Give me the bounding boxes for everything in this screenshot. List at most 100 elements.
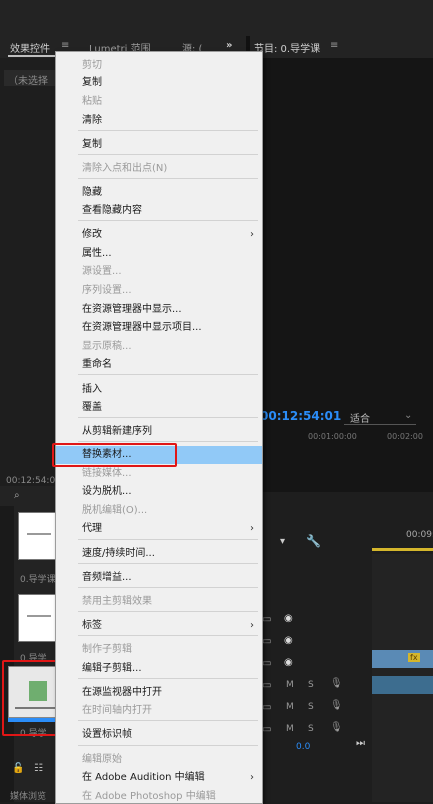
- context-menu-item-label: 覆盖: [82, 402, 102, 413]
- clip-thumbnail-2[interactable]: [18, 594, 60, 642]
- fx-badge: fx: [408, 653, 420, 662]
- context-menu-item-label: 代理: [82, 523, 102, 534]
- mic-icon[interactable]: 🎙: [330, 678, 343, 689]
- context-menu-item-label: 设置标识帧: [82, 729, 132, 740]
- audio-clip-waveform[interactable]: [372, 676, 433, 694]
- context-menu: 剪切 复制 粘贴 清除 复制 清除入点和出点(N) 隐藏 查看隐藏内容 修改 › 属性... 源设置.…: [55, 51, 263, 804]
- thumb-line: [27, 615, 51, 617]
- context-menu-item[interactable]: 在 Adobe Audition 中编辑 ›: [56, 769, 262, 787]
- context-menu-item[interactable]: 复制: [56, 74, 262, 92]
- unselected-label: （未选择: [8, 76, 48, 87]
- context-menu-item[interactable]: 编辑子剪辑...: [56, 660, 262, 678]
- context-menu-item-label: 序列设置...: [82, 285, 132, 296]
- wrench-icon[interactable]: 🔧: [306, 534, 321, 548]
- menu-separator: [78, 587, 258, 588]
- context-menu-item[interactable]: 属性...: [56, 245, 262, 263]
- context-menu-item[interactable]: 覆盖: [56, 399, 262, 417]
- solo-button[interactable]: S: [308, 724, 314, 734]
- context-menu-item[interactable]: 插入: [56, 381, 262, 399]
- track-v3-film-icon[interactable]: ▭: [262, 614, 271, 625]
- context-menu-item: 在时间轴内打开: [56, 702, 262, 720]
- app-top-bar: [0, 0, 433, 36]
- context-menu-item[interactable]: 代理 ›: [56, 520, 262, 538]
- clip-label-1: 0.导学课: [20, 575, 56, 585]
- project-scrollbar[interactable]: [0, 506, 14, 802]
- context-menu-item-label: 查看隐藏内容: [82, 205, 142, 216]
- context-menu-item[interactable]: 修改 ›: [56, 226, 262, 244]
- track-v2-film-icon[interactable]: ▭: [262, 636, 271, 647]
- active-tab-underline: [8, 55, 56, 57]
- search-icon[interactable]: ⌕: [14, 490, 20, 501]
- context-menu-item-label: 在源监视器中打开: [82, 687, 162, 698]
- chevron-down-icon: ⌄: [404, 410, 413, 421]
- context-menu-item: 脱机编辑(O)...: [56, 502, 262, 520]
- context-menu-item[interactable]: 设置标识帧: [56, 726, 262, 744]
- program-panel-title[interactable]: 节目: 0.导学课: [254, 40, 320, 55]
- context-menu-item[interactable]: 从剪辑新建序列: [56, 423, 262, 441]
- context-menu-item-label: 复制: [82, 77, 102, 88]
- context-menu-item[interactable]: 清除: [56, 112, 262, 130]
- context-menu-item[interactable]: 标签 ›: [56, 617, 262, 635]
- context-menu-item-label: 属性...: [82, 248, 112, 259]
- eye-icon[interactable]: ◉: [284, 613, 293, 624]
- track-a1-icon[interactable]: ▭: [262, 680, 271, 691]
- tab-effect-controls[interactable]: 效果控件: [10, 40, 50, 55]
- context-menu-item[interactable]: 在资源管理器中显示项目...: [56, 319, 262, 337]
- timeline-panel: 00:09:3 ▾ 🔧 ▭ ◉ ▭ ◉ ▭ ◉ fx ▭ M S 🎙 ▭ M S…: [260, 492, 433, 802]
- context-menu-item-label: 显示原稿...: [82, 341, 132, 352]
- mic-icon[interactable]: 🎙: [330, 722, 343, 733]
- program-panel-header: 节目: 0.导学课 ≡: [250, 36, 433, 58]
- zoom-select[interactable]: 适合 ⌄: [344, 408, 416, 425]
- expand-icon[interactable]: »: [226, 40, 232, 51]
- thumb-line: [27, 533, 51, 535]
- ruler-mark-2: 00:02:00: [387, 432, 423, 441]
- eye-icon[interactable]: ◉: [284, 657, 293, 668]
- menu-separator: [78, 745, 258, 746]
- zoom-select-value: 适合: [350, 414, 370, 425]
- context-menu-item[interactable]: 速度/持续时间...: [56, 545, 262, 563]
- chevron-right-icon: ›: [250, 620, 254, 631]
- context-menu-item-label: 标签: [82, 620, 102, 631]
- video-clip[interactable]: fx: [372, 650, 433, 668]
- context-menu-item-label: 脱机编辑(O)...: [82, 505, 148, 516]
- solo-button[interactable]: S: [308, 702, 314, 712]
- marker-icon[interactable]: ▾: [280, 536, 285, 547]
- list-view-icon[interactable]: ☷: [34, 763, 43, 774]
- context-menu-item[interactable]: 查看隐藏内容: [56, 202, 262, 220]
- clip-thumbnail-1[interactable]: [18, 512, 60, 560]
- track-a2-icon[interactable]: ▭: [262, 702, 271, 713]
- master-volume-value[interactable]: 0.0: [296, 742, 310, 752]
- solo-button[interactable]: S: [308, 680, 314, 690]
- context-menu-item[interactable]: 隐藏: [56, 184, 262, 202]
- program-menu-icon[interactable]: ≡: [330, 40, 338, 51]
- context-menu-item-label: 链接媒体...: [82, 468, 132, 479]
- lock-icon[interactable]: 🔓: [12, 763, 24, 774]
- chevron-right-icon: ›: [250, 229, 254, 240]
- menu-separator: [78, 130, 258, 131]
- ruler-mark-1: 00:01:00:00: [308, 432, 357, 441]
- context-menu-item[interactable]: 在源监视器中打开: [56, 684, 262, 702]
- context-menu-item-label: 在资源管理器中显示...: [82, 304, 182, 315]
- context-menu-item-label: 隐藏: [82, 187, 102, 198]
- context-menu-item-label: 复制: [82, 139, 102, 150]
- context-menu-item-label: 在 Adobe Audition 中编辑: [82, 772, 205, 783]
- context-menu-item[interactable]: 音频增益...: [56, 569, 262, 587]
- context-menu-item-label: 重命名: [82, 359, 112, 370]
- media-browser-tab[interactable]: 媒体浏览: [10, 789, 46, 802]
- track-a3-icon[interactable]: ▭: [262, 724, 271, 735]
- mute-button[interactable]: M: [286, 724, 294, 734]
- mute-button[interactable]: M: [286, 680, 294, 690]
- context-menu-item[interactable]: 复制: [56, 136, 262, 154]
- context-menu-item-label: 在时间轴内打开: [82, 705, 152, 716]
- mic-icon[interactable]: 🎙: [330, 700, 343, 711]
- program-timecode[interactable]: 00:12:54:01: [260, 409, 341, 423]
- context-menu-item[interactable]: 在资源管理器中显示...: [56, 301, 262, 319]
- context-menu-item: 禁用主剪辑效果: [56, 593, 262, 611]
- panel-menu-icon[interactable]: ≡: [61, 40, 69, 51]
- go-to-end-icon[interactable]: ⏭: [356, 738, 365, 749]
- context-menu-item[interactable]: 重命名: [56, 356, 262, 374]
- eye-icon[interactable]: ◉: [284, 635, 293, 646]
- track-v1-film-icon[interactable]: ▭: [262, 658, 271, 669]
- mute-button[interactable]: M: [286, 702, 294, 712]
- context-menu-item[interactable]: 设为脱机...: [56, 483, 262, 501]
